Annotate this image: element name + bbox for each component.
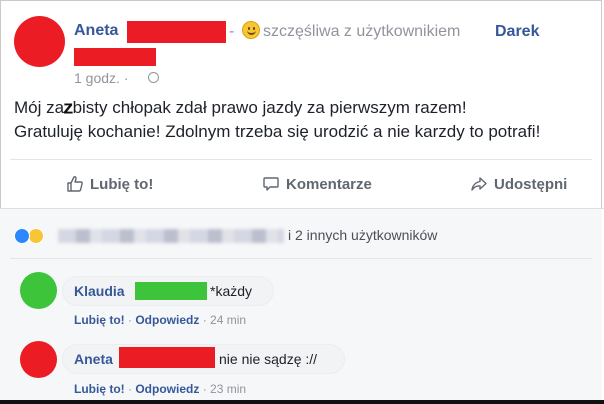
like-reaction-icon[interactable] (14, 228, 30, 244)
commenter-avatar[interactable] (20, 341, 57, 378)
image-border (0, 400, 604, 404)
comment-bubble-icon (263, 177, 279, 191)
feeling-separator: - (229, 23, 235, 40)
comment-author[interactable]: Klaudia (74, 283, 125, 299)
share-label: Udostępni (494, 175, 568, 193)
divider (10, 159, 592, 160)
author-avatar[interactable] (14, 16, 65, 67)
comment-label: Komentarze (286, 175, 372, 193)
feeling-text: szczęśliwa z użytkownikiem (263, 23, 461, 40)
comment-author[interactable]: Aneta (74, 351, 113, 367)
redaction-bar (135, 282, 207, 300)
comment-like-link[interactable]: Lubię to! (74, 382, 125, 396)
comment-button[interactable]: Komentarze (262, 175, 372, 193)
comment-reply-link[interactable]: Odpowiedz (135, 313, 199, 327)
post-author-name[interactable]: Aneta (74, 22, 118, 40)
comment-meta: Lubię to! · Odpowiedz · 24 min (74, 313, 247, 327)
commenter-avatar[interactable] (20, 272, 57, 309)
comment-text: *każdy (210, 283, 253, 299)
tagged-user-link[interactable]: Darek (495, 23, 539, 41)
redaction-bar (127, 21, 226, 43)
blurred-names (58, 229, 284, 243)
comment-meta: Lubię to! · Odpowiedz · 23 min (74, 382, 247, 396)
comment-text: nie nie sądzę :// (219, 351, 318, 367)
post-text-line-1: Mój zazbisty chłopak zdał prawo jazdy za… (14, 97, 467, 118)
thumbs-up-icon (67, 176, 83, 192)
share-button[interactable]: Udostępni (470, 175, 567, 193)
redaction-bar (119, 347, 215, 368)
reactions-summary[interactable]: i 2 innych użytkowników (288, 227, 437, 243)
like-button[interactable]: Lubię to! (66, 175, 153, 193)
share-arrow-icon (471, 177, 487, 191)
comment-time[interactable]: 24 min (210, 313, 246, 327)
haha-reaction-icon[interactable] (28, 228, 44, 244)
like-label: Lubię to! (90, 175, 154, 193)
divider (10, 258, 592, 259)
comment-reply-link[interactable]: Odpowiedz (135, 382, 199, 396)
post-timestamp[interactable]: 1 godz. · (74, 70, 128, 86)
comment-like-link[interactable]: Lubię to! (74, 313, 125, 327)
comment-time[interactable]: 23 min (210, 382, 246, 396)
happy-emoji-icon (242, 21, 260, 39)
scribbled-letter: z (63, 97, 74, 118)
redaction-bar (74, 48, 156, 66)
post-text-line-2: Gratuluję kochanie! Zdolnym trzeba się u… (14, 122, 541, 141)
globe-icon[interactable] (148, 72, 159, 83)
